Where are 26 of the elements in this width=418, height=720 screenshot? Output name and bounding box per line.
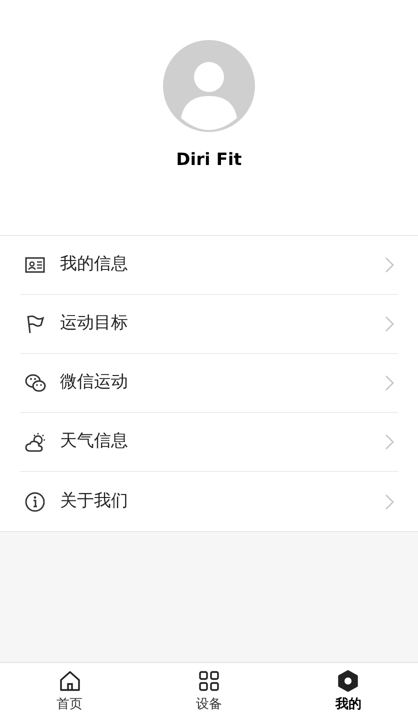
avatar-icon — [163, 40, 255, 132]
tab[interactable]: 我的 — [278, 663, 418, 720]
menu-item[interactable]: 我的信息 — [20, 236, 398, 295]
menu-label: 我的信息 — [60, 253, 129, 276]
menu-label: 运动目标 — [60, 312, 129, 336]
tab[interactable]: 首页 — [0, 663, 140, 720]
grid-icon — [196, 669, 221, 693]
hexagon-icon — [336, 669, 360, 693]
info-icon — [24, 490, 46, 512]
menu-label: 天气信息 — [60, 430, 129, 454]
home-icon — [58, 669, 82, 693]
tab[interactable]: 设备 — [139, 663, 279, 720]
menu-item[interactable]: 微信运动 — [20, 354, 398, 413]
chevron-right-icon — [385, 316, 394, 332]
menu-item[interactable]: 运动目标 — [20, 295, 398, 354]
user-name: Diri Fit — [176, 149, 242, 172]
menu-label: 微信运动 — [60, 371, 129, 394]
menu-label: 关于我们 — [60, 490, 129, 513]
chevron-right-icon — [385, 257, 394, 273]
sun-cloud-icon — [24, 431, 46, 453]
chevron-right-icon — [385, 494, 394, 510]
menu-item[interactable]: 天气信息 — [20, 413, 398, 472]
chevron-right-icon — [385, 375, 394, 391]
menu-item[interactable]: 关于我们 — [20, 472, 398, 531]
chevron-right-icon — [385, 434, 394, 450]
chat-bubbles-icon — [24, 372, 46, 394]
